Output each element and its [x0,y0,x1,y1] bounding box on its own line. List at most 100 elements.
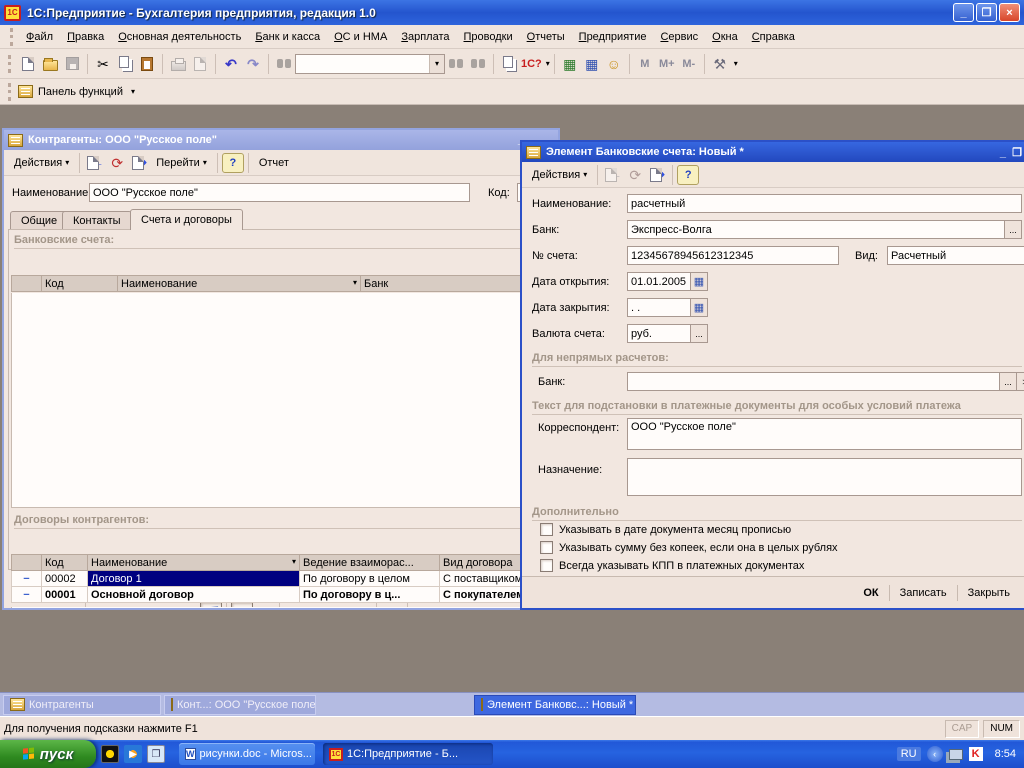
contracts-table-body[interactable] [11,607,555,610]
checkbox-sum-without-kopecks[interactable]: Указывать сумму без копеек, если она в ц… [540,541,838,554]
calendar-icon[interactable]: ▦ [581,53,603,75]
advisor-icon[interactable]: ☺ [603,53,625,75]
mdi-tab-contractors-list[interactable]: Контрагенты [3,695,161,715]
find-prev-icon[interactable] [467,53,489,75]
add-group-icon[interactable] [112,602,134,610]
move-item-icon[interactable] [253,602,275,610]
find-icon[interactable] [273,53,295,75]
go-icon[interactable]: ↪ [646,164,668,186]
app-restore-button[interactable]: ❐ [976,3,997,22]
col-name[interactable]: Наименование▾ [88,555,300,571]
taskbar-item-1c[interactable]: 1С 1С:Предприятие - Б... [323,743,493,765]
kaspersky-icon[interactable]: K [969,747,983,761]
element-window-titlebar[interactable]: Элемент Банковские счета: Новый * _ ❐ [522,142,1024,162]
about-1c-icon[interactable]: 1С? [520,53,543,75]
menu-main-activity[interactable]: Основная деятельность [111,28,248,46]
correspondent-field[interactable]: ООО "Русское поле" [627,418,1022,450]
cut-icon[interactable]: ✂ [92,53,114,75]
menu-bank-cash[interactable]: Банк и касса [248,28,327,46]
memory-plus-button[interactable]: M+ [656,53,678,75]
tab-general[interactable]: Общие [10,211,68,230]
undo-icon[interactable]: ↶ [220,53,242,75]
menu-salary[interactable]: Зарплата [394,28,456,46]
calculator-icon[interactable]: ▦ [559,53,581,75]
bank-field[interactable]: Экспресс-Волга [627,220,1005,239]
print-icon[interactable] [167,53,189,75]
hide-icons-chevron[interactable]: ‹ [927,746,943,762]
bank-select-button[interactable]: ... [1005,220,1022,239]
checkbox-always-kpp[interactable]: Всегда указывать КПП в платежных докумен… [540,559,804,572]
name-field[interactable]: ООО "Русское поле" [89,183,470,202]
reread-icon[interactable]: ⟳ [624,164,646,186]
network-icon[interactable] [949,749,963,760]
window-minimize-button[interactable]: _ ❐ [1000,146,1022,159]
service-tools-icon[interactable]: ⚒ [709,53,731,75]
delete-icon[interactable] [178,602,200,610]
close-date-calendar-icon[interactable]: ▦ [691,298,708,317]
close-date-field[interactable]: . . [627,298,691,317]
checkbox-icon[interactable] [540,541,553,554]
currency-select-button[interactable]: ... [691,324,708,343]
sort-icon[interactable] [284,602,306,610]
taskbar-item-word[interactable]: W рисунки.doc - Micros... [179,743,315,765]
currency-field[interactable]: руб. [627,324,691,343]
refresh-icon[interactable]: ⟳ [381,602,403,610]
open-date-field[interactable]: 01.01.2005 [627,272,691,291]
start-button[interactable]: пуск [0,740,96,768]
go-icon[interactable]: ↪ [128,152,150,174]
quick-launch-icon-1[interactable] [101,745,119,763]
add-copy-icon[interactable] [134,602,156,610]
menu-service[interactable]: Сервис [653,28,705,46]
new-document-icon[interactable] [17,53,39,75]
copy-icon[interactable] [114,53,136,75]
save-icon[interactable] [61,53,83,75]
table-row[interactable]: − 00002 Договор 1 По договору в целом С … [12,571,555,587]
search-combobox[interactable]: ▾ [295,54,445,74]
menu-edit[interactable]: Правка [60,28,111,46]
checkbox-icon[interactable] [540,523,553,536]
actions-button[interactable]: Действия▾ [526,167,593,183]
menu-windows[interactable]: Окна [705,28,745,46]
indirect-bank-open-button[interactable]: > [1017,372,1024,391]
write-button[interactable]: Записать [890,583,957,603]
checkbox-icon[interactable] [540,559,553,572]
col-code[interactable]: Код [42,276,118,292]
menu-reports[interactable]: Отчеты [520,28,572,46]
clear-filter-icon[interactable] [350,602,372,610]
media-player-icon[interactable]: ▶ [124,745,142,763]
list-levels-icon[interactable] [231,602,253,610]
indirect-bank-field[interactable] [627,372,1000,391]
help-button[interactable]: ? [222,153,244,173]
redo-icon[interactable]: ↷ [242,53,264,75]
app-close-button[interactable]: × [999,3,1020,22]
account-number-field[interactable]: 12345678945612312345 [627,246,839,265]
copy-window-icon[interactable] [498,53,520,75]
menu-os-nma[interactable]: ОС и НМА [327,28,394,46]
reread-icon[interactable]: ⟳ [106,152,128,174]
chevron-down-icon[interactable]: ▾ [546,59,550,68]
table-row[interactable]: − 00001 Основной договор По договору в ц… [12,587,555,603]
paste-icon[interactable] [136,53,158,75]
selected-cell[interactable]: Договор 1 [88,571,300,587]
add-icon[interactable] [90,602,112,610]
menu-postings[interactable]: Проводки [457,28,520,46]
ok-button[interactable]: ОК [853,583,888,603]
bank-accounts-table-body[interactable] [11,293,555,508]
memory-minus-button[interactable]: M- [678,53,700,75]
open-date-calendar-icon[interactable]: ▦ [691,272,708,291]
chevron-down-icon[interactable]: ▾ [734,59,738,68]
show-desktop-icon[interactable]: ❐ [147,745,165,763]
report-button[interactable]: Отчет [253,155,295,171]
contracts-table[interactable]: Код Наименование▾ Ведение взаиморас... В… [11,554,555,603]
mdi-tab-contractor[interactable]: Конт...: ООО "Русское поле" [164,695,316,715]
memory-recall-button[interactable]: M [634,53,656,75]
tab-accounts-contracts[interactable]: Счета и договоры [130,209,243,230]
hierarchy-view-icon[interactable] [200,602,222,610]
filter-menu-icon[interactable]: ▾ [328,602,350,610]
find-next-icon[interactable] [445,53,467,75]
checkbox-month-in-words[interactable]: Указывать в дате документа месяц пропись… [540,523,791,536]
write-icon[interactable]: ← [84,152,106,174]
menu-file[interactable]: Файл [19,28,60,46]
edit-icon[interactable] [156,602,178,610]
app-minimize-button[interactable]: _ [953,3,974,22]
